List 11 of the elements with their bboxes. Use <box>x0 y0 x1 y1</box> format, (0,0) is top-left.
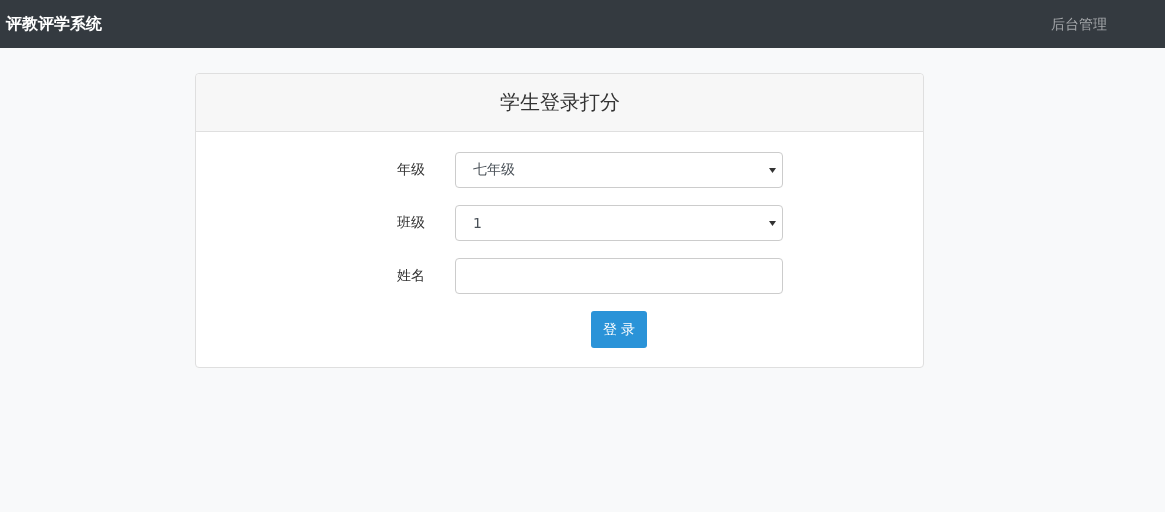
brand-title[interactable]: 评教评学系统 <box>6 13 102 35</box>
select-field[interactable]: 七年级 <box>455 152 783 188</box>
field-label: 班级 <box>396 214 426 232</box>
field-label: 年级 <box>396 161 426 179</box>
caret-icon <box>769 167 776 173</box>
caret-icon <box>769 220 776 226</box>
card-title: 学生登录打分 <box>499 89 620 116</box>
select-field[interactable]: 1 <box>455 205 783 241</box>
field-label: 姓名 <box>396 267 426 285</box>
input-field[interactable] <box>455 258 783 294</box>
nav-link[interactable]: 后台管理 <box>1051 16 1107 32</box>
